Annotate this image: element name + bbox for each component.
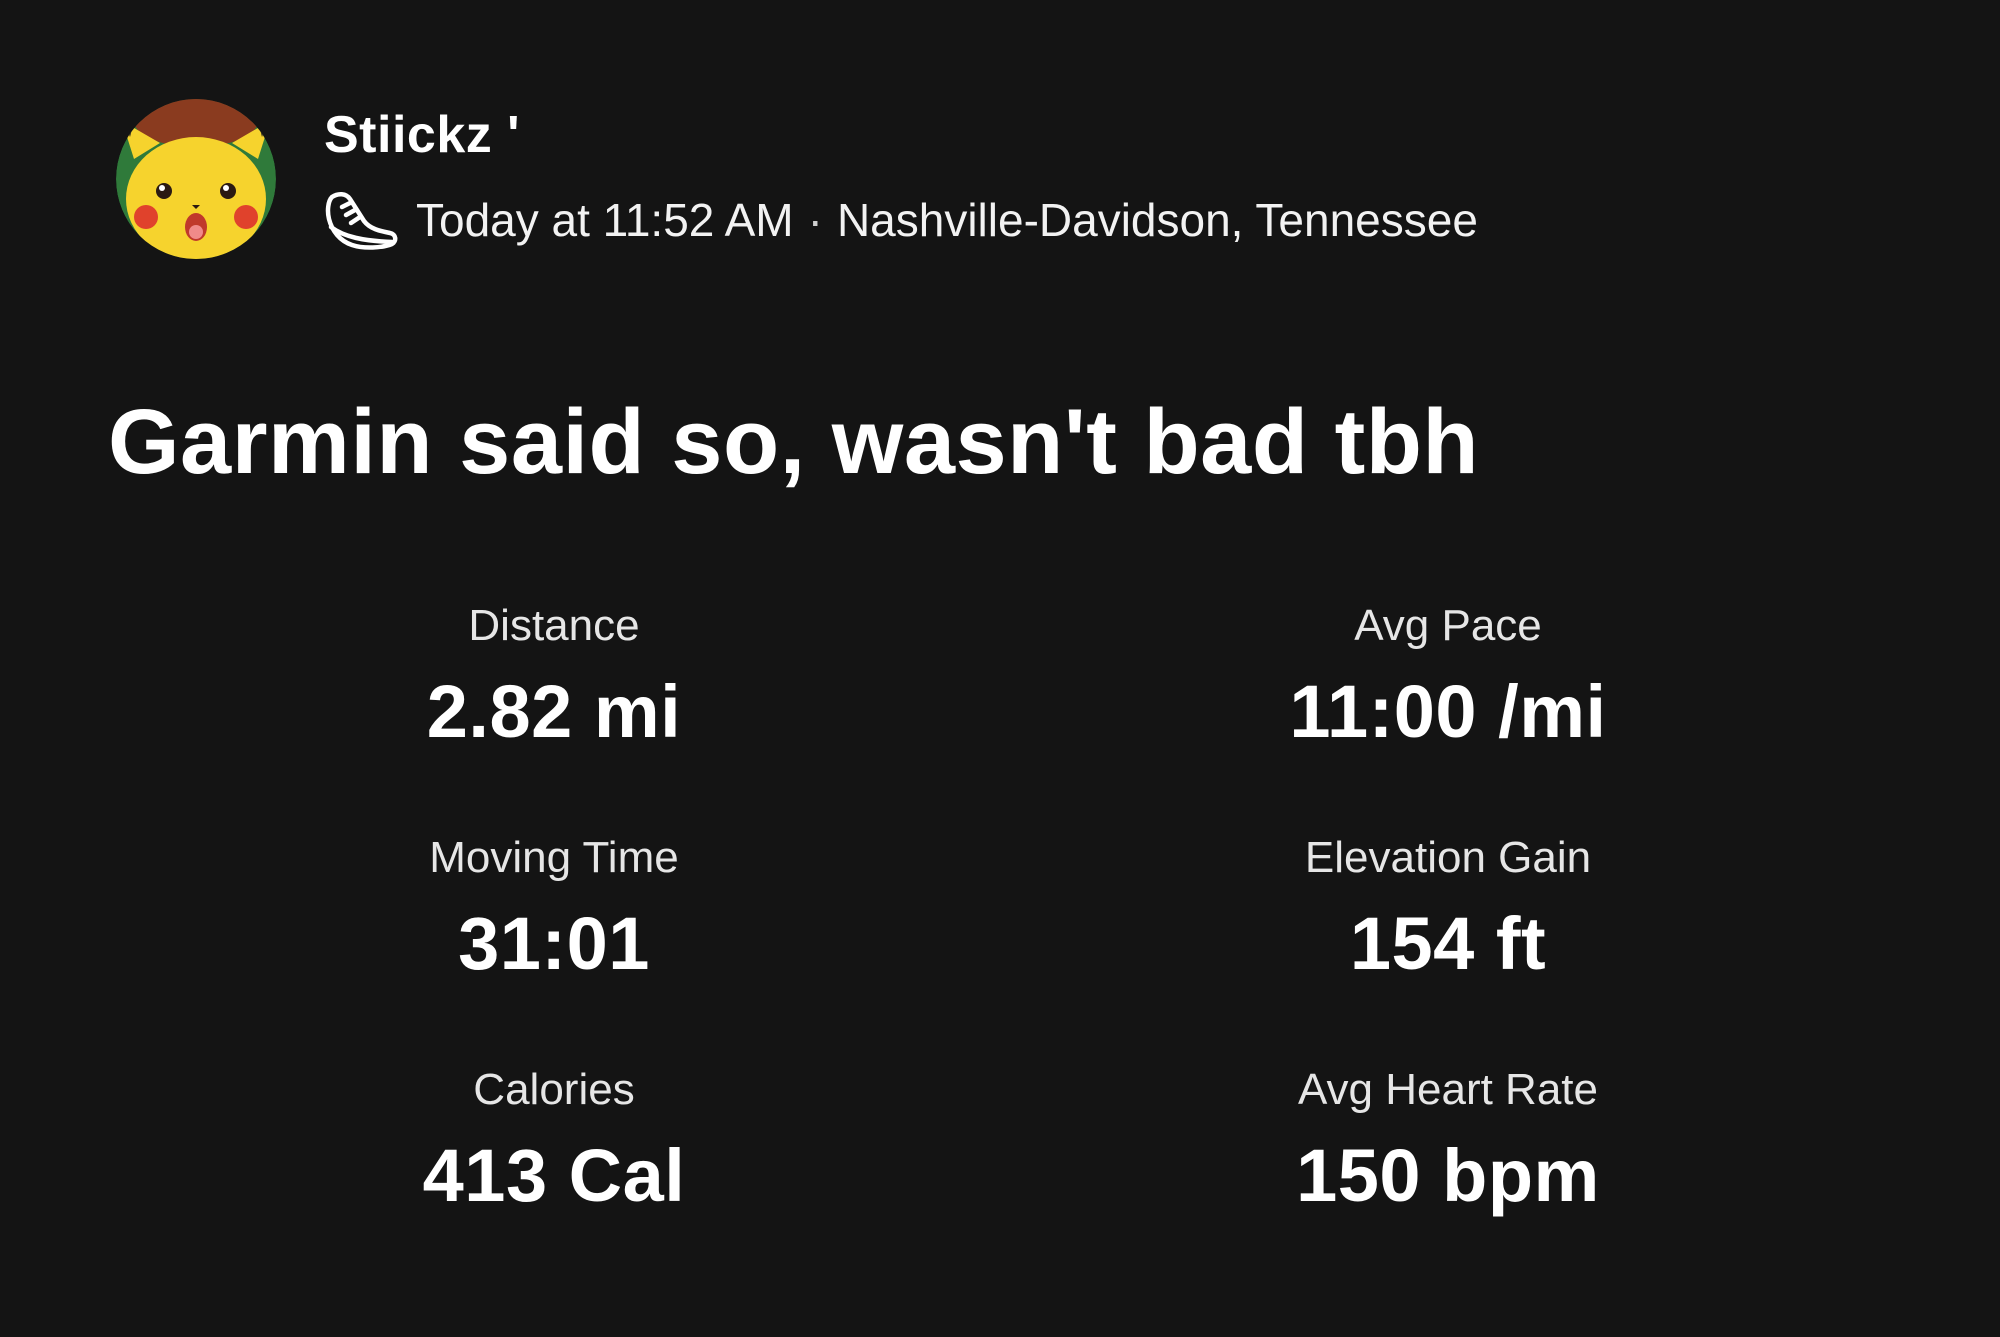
stat-label: Calories	[473, 1065, 635, 1114]
pikachu-avatar-icon[interactable]	[116, 99, 276, 259]
stat-label: Moving Time	[429, 833, 679, 882]
stat-label: Distance	[468, 601, 640, 650]
stat-calories: Calories 413 Cal	[204, 1064, 904, 1218]
athlete-name[interactable]: Stiickz '	[324, 105, 1478, 165]
activity-title[interactable]: Garmin said so, wasn't bad tbh	[108, 388, 1479, 496]
activity-subline: Today at 11:52 AM · Nashville-Davidson, …	[324, 187, 1478, 253]
stat-value: 31:01	[458, 902, 650, 985]
activity-meta: Stiickz ' Today at 11:52 AM · Nashville-…	[324, 105, 1478, 253]
activity-card: Stiickz ' Today at 11:52 AM · Nashville-…	[0, 0, 2000, 1337]
stat-label: Avg Pace	[1354, 601, 1542, 650]
stat-value: 11:00 /mi	[1289, 670, 1607, 753]
stat-avg-pace: Avg Pace 11:00 /mi	[1098, 600, 1798, 754]
activity-header: Stiickz ' Today at 11:52 AM · Nashville-…	[116, 98, 1478, 260]
stat-value: 150 bpm	[1296, 1134, 1600, 1217]
stat-distance: Distance 2.82 mi	[204, 600, 904, 754]
running-shoe-icon	[324, 187, 400, 253]
stat-value: 2.82 mi	[426, 670, 682, 753]
activity-timestamp: Today at 11:52 AM	[416, 194, 794, 246]
stat-elevation-gain: Elevation Gain 154 ft	[1098, 832, 1798, 986]
activity-location: Nashville-Davidson, Tennessee	[836, 194, 1478, 246]
stat-value: 154 ft	[1349, 902, 1547, 985]
stat-label: Elevation Gain	[1304, 833, 1592, 882]
stat-label: Avg Heart Rate	[1297, 1065, 1598, 1114]
meta-separator: ·	[807, 194, 823, 246]
stat-avg-heart-rate: Avg Heart Rate 150 bpm	[1098, 1064, 1798, 1218]
stat-value: 413 Cal	[422, 1134, 686, 1217]
stat-moving-time: Moving Time 31:01	[204, 832, 904, 986]
